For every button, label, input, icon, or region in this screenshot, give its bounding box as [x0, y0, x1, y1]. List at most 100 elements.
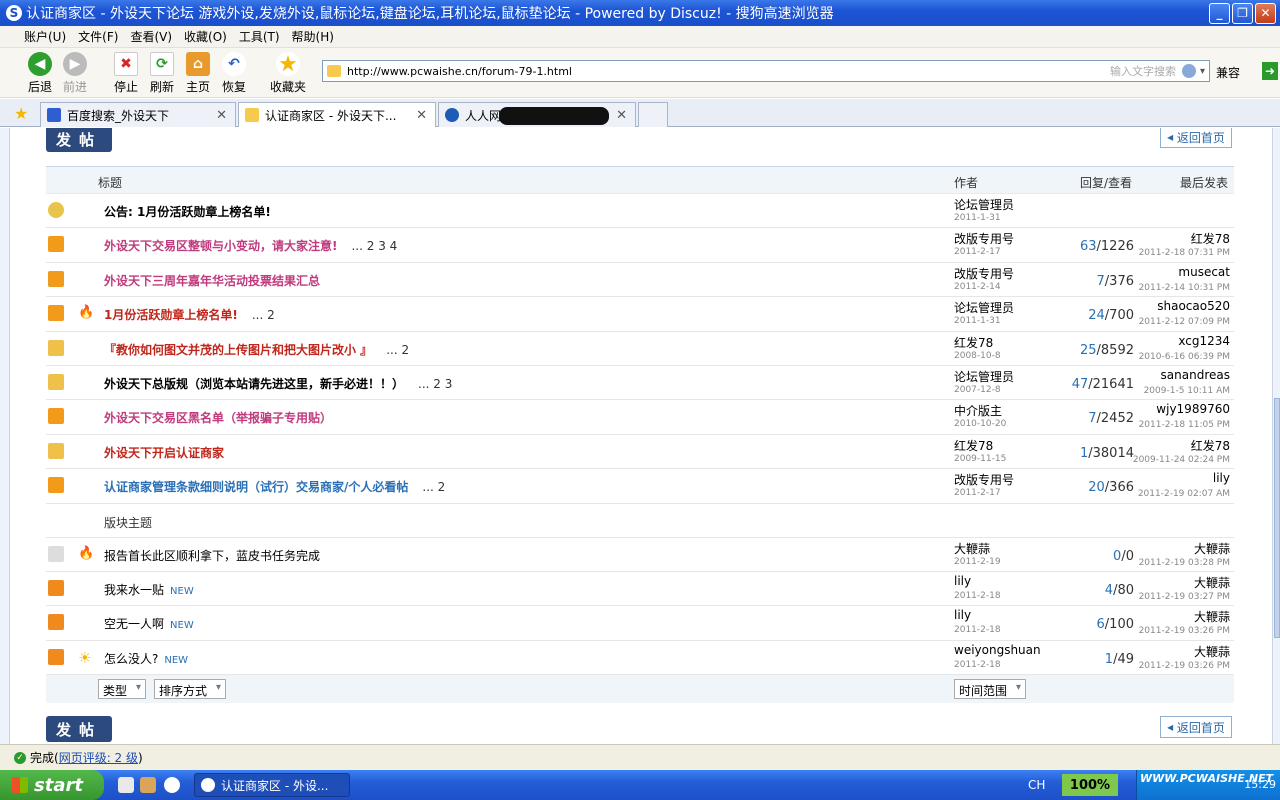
- thread-row[interactable]: ☀ 怎么没人? NEW weiyongshuan 2011-2-18 1/49 大鞭蒜 201…: [46, 641, 1234, 676]
- start-button[interactable]: start: [0, 770, 104, 800]
- last-post-date[interactable]: 2010-6-16 06:39 PM: [1139, 352, 1230, 362]
- close-button[interactable]: ✕: [1255, 2, 1276, 24]
- chevron-down-icon[interactable]: ▾: [1200, 66, 1205, 77]
- thread-title-link[interactable]: 报告首长此区顺利拿下，蓝皮书任务完成: [104, 549, 320, 563]
- last-poster-link[interactable]: 大鞭蒜: [1194, 574, 1230, 591]
- page-links[interactable]: ... 2 3 4: [351, 239, 397, 253]
- last-poster-link[interactable]: 大鞭蒜: [1194, 643, 1230, 660]
- author-link[interactable]: 红发78: [954, 437, 993, 454]
- page-links[interactable]: ... 2: [252, 308, 275, 322]
- back-home-button-top[interactable]: ◂ 返回首页: [1160, 128, 1232, 148]
- last-poster-link[interactable]: 红发78: [1191, 230, 1230, 247]
- tab-baidu[interactable]: 百度搜索_外设天下 ✕: [40, 102, 236, 127]
- thread-row[interactable]: 『教你如何图文并茂的上传图片和把大图片改小 』 ... 2 红发78 2008-10-…: [46, 332, 1234, 366]
- menu-favorites[interactable]: 收藏(O): [184, 28, 227, 45]
- last-post-date[interactable]: 2011-2-19 03:28 PM: [1139, 558, 1230, 568]
- thread-title-link[interactable]: 外设天下交易区黑名单（举报骗子专用贴）: [104, 411, 332, 425]
- last-post-date[interactable]: 2011-2-19 03:26 PM: [1139, 661, 1230, 671]
- thread-title-link[interactable]: 外设天下总版规（浏览本站请先进这里，新手必进！！）: [104, 377, 404, 391]
- thread-row[interactable]: 外设天下交易区整顿与小变动，请大家注意!... 2 3 4 改版专用号 2011-2…: [46, 228, 1234, 263]
- quicklaunch-app-icon[interactable]: [140, 777, 156, 793]
- last-poster-link[interactable]: shaocao520: [1157, 299, 1230, 313]
- menu-file[interactable]: 文件(F): [78, 28, 118, 45]
- thread-title-link[interactable]: 1月份活跃勋章上榜名单!: [104, 308, 238, 322]
- thread-row[interactable]: 我来水一贴 NEW lily 2011-2-18 4/80 大鞭蒜 2011-2-19 03…: [46, 572, 1234, 607]
- page-links[interactable]: ... 2 3: [418, 377, 452, 391]
- go-arrow-icon[interactable]: ➜: [1262, 62, 1278, 80]
- restore-button[interactable]: ↶ 恢复: [214, 52, 254, 95]
- maximize-button[interactable]: ❐: [1232, 2, 1253, 24]
- new-post-button-bottom[interactable]: 发帖: [46, 716, 112, 742]
- last-poster-link[interactable]: xcg1234: [1178, 334, 1230, 348]
- last-post-date[interactable]: 2011-2-19 03:26 PM: [1139, 626, 1230, 636]
- last-post-date[interactable]: 2009-1-5 10:11 AM: [1144, 386, 1230, 396]
- forward-button[interactable]: ▶ 前进: [55, 52, 95, 95]
- author-link[interactable]: 论坛管理员: [954, 299, 1014, 316]
- address-bar[interactable]: http://www.pcwaishe.cn/forum-79-1.html 输…: [322, 60, 1210, 82]
- menu-help[interactable]: 帮助(H): [292, 28, 334, 45]
- refresh-button[interactable]: ⟳ 刷新: [142, 52, 182, 95]
- type-filter-select[interactable]: 类型: [98, 679, 147, 700]
- tab-renren[interactable]: 人人网 ✕: [438, 102, 636, 127]
- thread-row[interactable]: 外设天下开启认证商家 红发78 2009-11-15 1/38014 红发78 2009-…: [46, 435, 1234, 470]
- tab-current[interactable]: 认证商家区 - 外设天下... ✕: [238, 102, 436, 127]
- quicklaunch-ie-icon[interactable]: [118, 777, 134, 793]
- thread-title-link[interactable]: 外设天下开启认证商家: [104, 446, 224, 460]
- last-post-date[interactable]: 2009-11-24 02:24 PM: [1133, 455, 1230, 465]
- tab-close-icon[interactable]: ✕: [616, 108, 627, 123]
- thread-row[interactable]: 外设天下交易区黑名单（举报骗子专用贴） 中介版主 2010-10-20 7/2452 w…: [46, 400, 1234, 435]
- thread-row[interactable]: 认证商家管理条款细则说明（试行）交易商家/个人必看帖... 2 改版专用号 2011…: [46, 469, 1234, 504]
- last-poster-link[interactable]: wjy1989760: [1156, 402, 1230, 416]
- scrollbar-thumb[interactable]: [1274, 398, 1280, 638]
- thread-title-link[interactable]: 外设天下交易区整顿与小变动，请大家注意!: [104, 239, 337, 253]
- back-home-button-bottom[interactable]: ◂ 返回首页: [1160, 716, 1232, 738]
- last-poster-link[interactable]: lily: [1213, 471, 1230, 485]
- author-link[interactable]: 论坛管理员: [954, 196, 1014, 213]
- favorites-button[interactable]: ★ 收藏夹: [268, 52, 308, 95]
- page-links[interactable]: ... 2: [422, 480, 445, 494]
- language-indicator[interactable]: CH: [1028, 778, 1045, 792]
- quicklaunch-browser-icon[interactable]: [164, 777, 180, 793]
- back-button[interactable]: ◀ 后退: [20, 52, 60, 95]
- author-link[interactable]: lily: [954, 574, 971, 588]
- tab-close-icon[interactable]: ✕: [416, 108, 427, 123]
- last-poster-link[interactable]: 红发78: [1191, 437, 1230, 454]
- thread-row[interactable]: 🔥 报告首长此区顺利拿下，蓝皮书任务完成 大鞭蒜 2011-2-19 0/0 大鞭蒜 201…: [46, 538, 1234, 572]
- minimize-button[interactable]: _: [1209, 2, 1230, 24]
- new-post-button-top[interactable]: 发帖: [46, 128, 112, 152]
- tab-close-icon[interactable]: ✕: [216, 108, 227, 123]
- author-link[interactable]: 红发78: [954, 334, 993, 351]
- author-link[interactable]: 论坛管理员: [954, 368, 1014, 385]
- last-poster-link[interactable]: sanandreas: [1161, 368, 1230, 382]
- search-placeholder[interactable]: 输入文字搜索: [1110, 63, 1176, 79]
- author-link[interactable]: 中介版主: [954, 402, 1002, 419]
- author-link[interactable]: 改版专用号: [954, 471, 1014, 488]
- thread-row[interactable]: 公告: 1月份活跃勋章上榜名单! 论坛管理员 2011-1-31: [46, 194, 1234, 229]
- new-tab-button[interactable]: [638, 102, 668, 127]
- thread-title-link[interactable]: 我来水一贴: [104, 583, 164, 597]
- last-post-date[interactable]: 2011-2-19 03:27 PM: [1139, 592, 1230, 602]
- last-poster-link[interactable]: 大鞭蒜: [1194, 608, 1230, 625]
- last-post-date[interactable]: 2011-2-18 11:05 PM: [1139, 420, 1230, 430]
- author-link[interactable]: weiyongshuan: [954, 643, 1041, 657]
- thread-row[interactable]: 空无一人啊 NEW lily 2011-2-18 6/100 大鞭蒜 2011-2-19 0…: [46, 606, 1234, 641]
- last-post-date[interactable]: 2011-2-12 07:09 PM: [1139, 317, 1230, 327]
- last-post-date[interactable]: 2011-2-14 10:31 PM: [1139, 283, 1230, 293]
- author-link[interactable]: 改版专用号: [954, 265, 1014, 282]
- zoom-level[interactable]: 100%: [1062, 774, 1118, 796]
- author-link[interactable]: 大鞭蒜: [954, 540, 990, 557]
- favorites-star-icon[interactable]: ★: [14, 104, 28, 123]
- author-link[interactable]: lily: [954, 608, 971, 622]
- taskbar-window-button[interactable]: 认证商家区 - 外设...: [194, 773, 350, 797]
- vertical-scrollbar[interactable]: [1272, 128, 1280, 744]
- thread-row[interactable]: 外设天下总版规（浏览本站请先进这里，新手必进！！） ... 2 3 论坛管理员 200…: [46, 366, 1234, 401]
- search-engine-icon[interactable]: [1181, 64, 1196, 78]
- author-link[interactable]: 改版专用号: [954, 230, 1014, 247]
- thread-row[interactable]: 外设天下三周年嘉年华活动投票结果汇总 改版专用号 2011-2-14 7/376 mus…: [46, 263, 1234, 298]
- thread-title-link[interactable]: 公告: 1月份活跃勋章上榜名单!: [104, 205, 271, 219]
- thread-title-link[interactable]: 『教你如何图文并茂的上传图片和把大图片改小 』: [104, 343, 372, 357]
- thread-title-link[interactable]: 空无一人啊: [104, 617, 164, 631]
- page-links[interactable]: ... 2: [386, 343, 409, 357]
- thread-row[interactable]: 🔥 1月份活跃勋章上榜名单! ... 2 论坛管理员 2011-1-31 24/700 sh…: [46, 297, 1234, 332]
- sort-filter-select[interactable]: 排序方式: [154, 679, 227, 700]
